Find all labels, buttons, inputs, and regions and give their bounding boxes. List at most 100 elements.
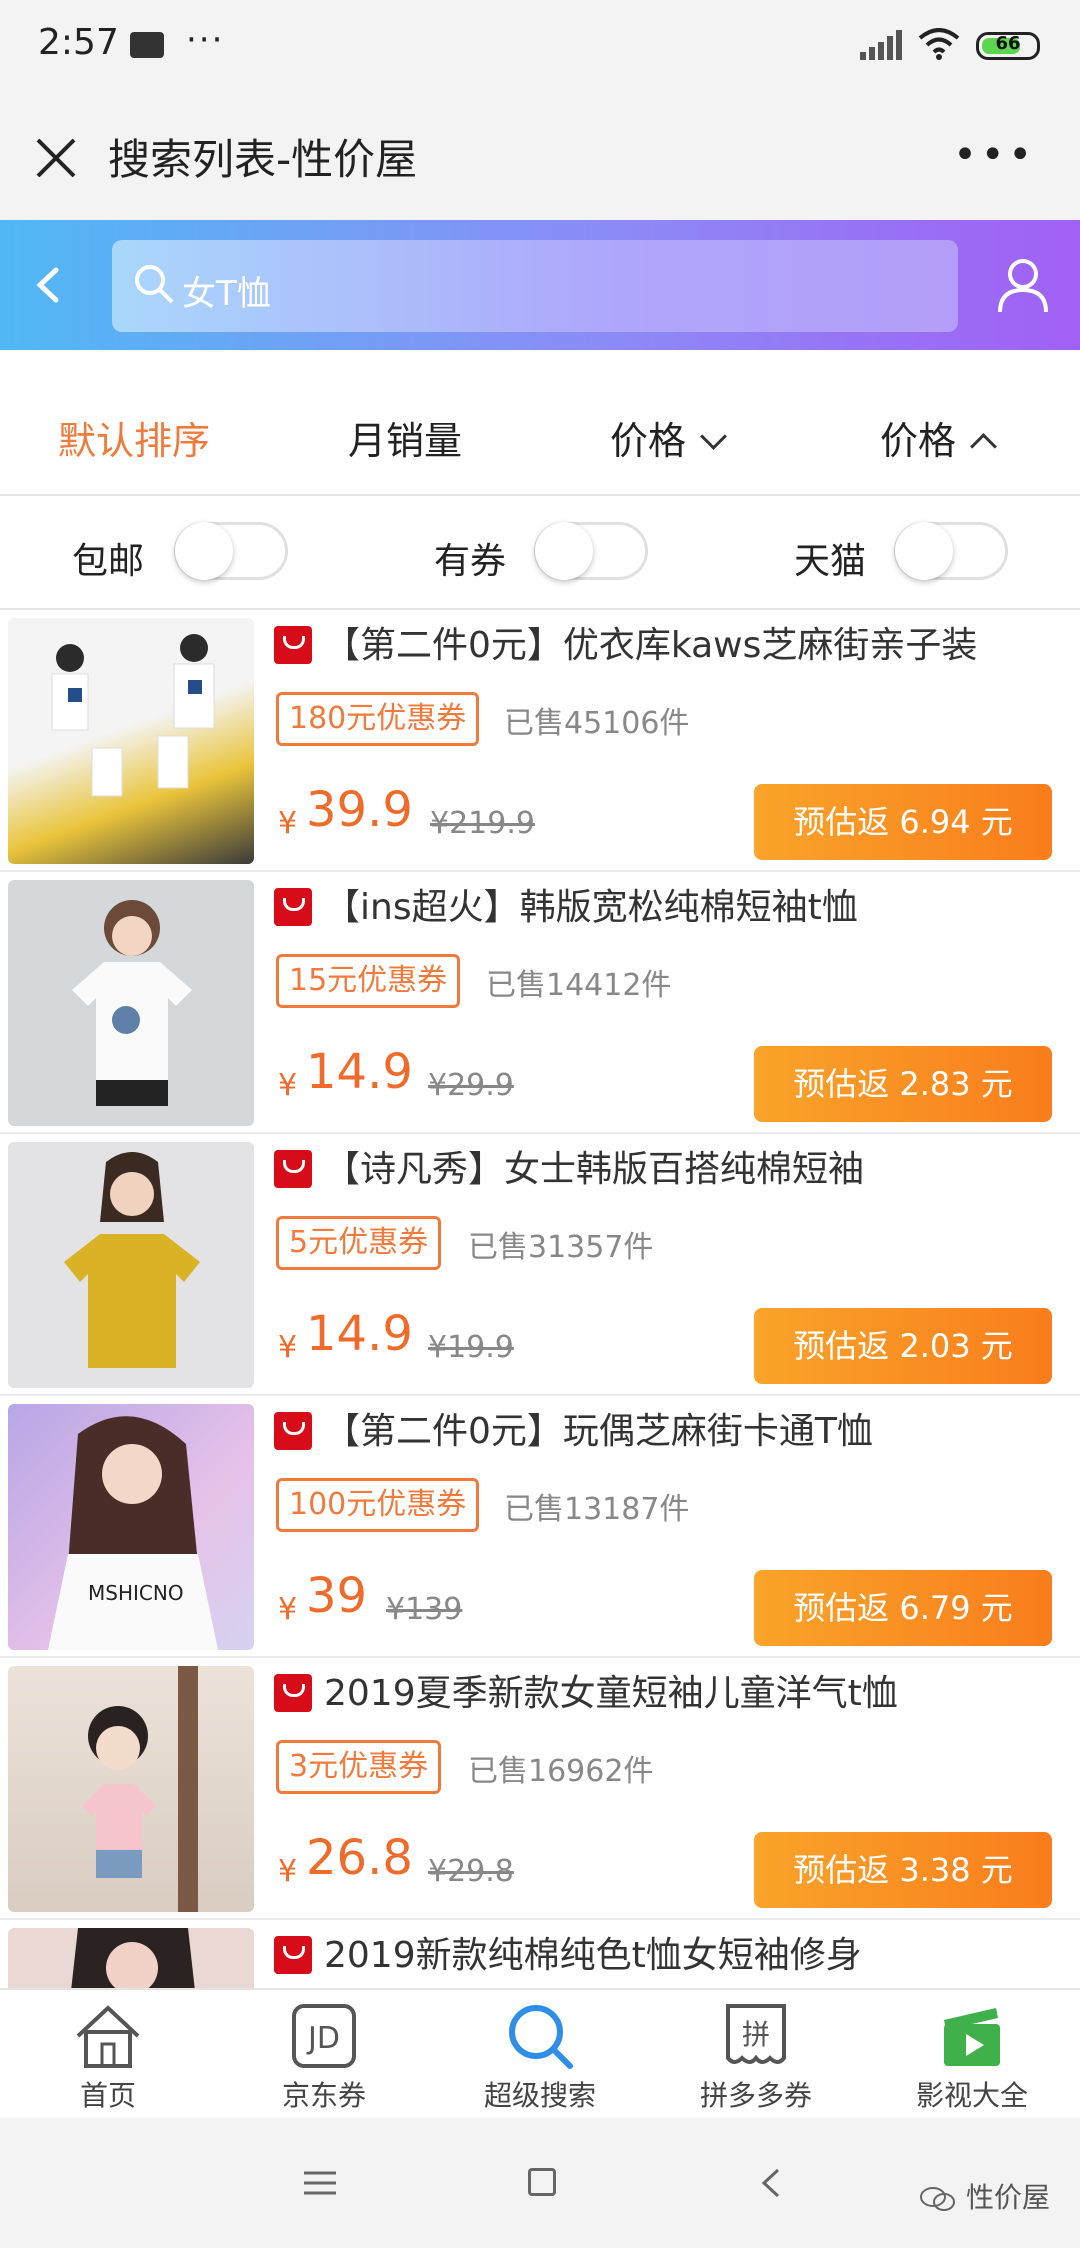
wechat-icon [919, 2187, 955, 2211]
product-title: 【第二件0元】玩偶芝麻街卡通T恤 [324, 1411, 873, 1452]
rebate-button[interactable]: 预估返 6.94 元 [754, 784, 1052, 860]
filter-tmall-label: 天猫 [794, 541, 867, 582]
tmall-icon [274, 1412, 312, 1450]
currency-symbol: ¥ [278, 1592, 298, 1627]
system-nav-bar: 性价屋 [0, 2118, 1080, 2248]
search-icon [135, 265, 174, 304]
home-button-icon[interactable] [528, 2168, 556, 2196]
product-list: 【第二件0元】优衣库kaws芝麻街亲子装 180元优惠券 已售45106件 ¥ … [0, 610, 1080, 1988]
original-price: ¥139 [386, 1592, 463, 1627]
battery-level: 66 [995, 33, 1021, 54]
rebate-button[interactable]: 预估返 6.79 元 [754, 1570, 1052, 1646]
bottom-nav: 首页 JD 京东券 超级搜索 拼 拼多多券 影视大全 [0, 1988, 1080, 2118]
coupon-badge: 15元优惠券 [276, 954, 461, 1008]
more-menu-icon[interactable]: ••• [953, 132, 1036, 178]
product-image[interactable]: MSHICNO [8, 1404, 254, 1650]
tmall-icon [274, 626, 312, 664]
battery-icon: 66 [976, 32, 1040, 60]
status-time: 2:57 [38, 22, 119, 63]
coupon-badge: 5元优惠券 [276, 1216, 442, 1270]
coupon-badge: 180元优惠券 [276, 692, 480, 746]
product-item[interactable]: 2019新款纯棉纯色t恤女短袖修身 [0, 1920, 1080, 1988]
sort-price-asc-label: 价格 [880, 419, 957, 463]
message-icon [130, 32, 164, 58]
filter-coupon-toggle[interactable] [534, 522, 648, 580]
price: 39.9 [306, 782, 413, 838]
product-title: 【ins超火】韩版宽松纯棉短袖t恤 [324, 887, 858, 928]
product-title: 2019新款纯棉纯色t恤女短袖修身 [324, 1935, 862, 1976]
chevron-down-icon [700, 423, 727, 450]
chevron-up-icon [970, 433, 997, 460]
jd-icon: JD [292, 2004, 356, 2068]
filter-coupon-label: 有券 [434, 541, 507, 582]
tmall-icon [274, 888, 312, 926]
signal-icon [860, 30, 902, 60]
rebate-button[interactable]: 预估返 2.83 元 [754, 1046, 1052, 1122]
product-item[interactable]: 【第二件0元】优衣库kaws芝麻街亲子装 180元优惠券 已售45106件 ¥ … [0, 610, 1080, 872]
original-price: ¥19.9 [428, 1330, 514, 1365]
sold-count: 已售14412件 [486, 968, 672, 1003]
watermark: 性价屋 [919, 2176, 1050, 2216]
filter-tmall-toggle[interactable] [894, 522, 1008, 580]
wifi-icon [918, 28, 960, 60]
product-title: 2019夏季新款女童短袖儿童洋气t恤 [324, 1673, 898, 1714]
product-item[interactable]: MSHICNO 【第二件0元】玩偶芝麻街卡通T恤 100元优惠券 已售13187… [0, 1396, 1080, 1658]
sort-bar: 默认排序 月销量 价格 价格 [0, 350, 1080, 496]
pinduoduo-icon: 拼 [726, 2004, 786, 2064]
nav-home[interactable]: 首页 [0, 1990, 216, 2120]
nav-home-label: 首页 [79, 2079, 136, 2112]
nav-jd-coupon[interactable]: JD 京东券 [216, 1990, 432, 2120]
tmall-icon [274, 1936, 312, 1974]
page-title: 搜索列表-性价屋 [108, 135, 418, 184]
svg-text:MSHICNO: MSHICNO [88, 1581, 184, 1605]
home-icon [76, 2005, 140, 2068]
price: 14.9 [306, 1306, 413, 1362]
search-input[interactable]: 女T恤 [112, 240, 958, 332]
search-header: 女T恤 [0, 220, 1080, 350]
menu-icon[interactable] [304, 2170, 336, 2196]
product-title: 【诗凡秀】女士韩版百搭纯棉短袖 [324, 1149, 865, 1190]
product-image[interactable] [8, 1142, 254, 1388]
watermark-text: 性价屋 [965, 2181, 1050, 2214]
sort-price-desc[interactable]: 价格 [610, 410, 727, 465]
currency-symbol: ¥ [278, 1854, 298, 1889]
nav-movies-label: 影视大全 [915, 2079, 1028, 2112]
product-image[interactable] [8, 1928, 254, 1988]
sold-count: 已售13187件 [504, 1492, 690, 1527]
nav-pinduoduo-coupon[interactable]: 拼 拼多多券 [648, 1990, 864, 2120]
filter-bar: 包邮 有券 天猫 [0, 496, 1080, 610]
price: 39 [306, 1568, 368, 1624]
original-price: ¥219.9 [430, 806, 535, 841]
rebate-button[interactable]: 预估返 2.03 元 [754, 1308, 1052, 1384]
product-item[interactable]: 【ins超火】韩版宽松纯棉短袖t恤 15元优惠券 已售14412件 ¥ 14.9… [0, 872, 1080, 1134]
status-bar: 2:57 ··· 66 [0, 0, 1080, 96]
rebate-button[interactable]: 预估返 3.38 元 [754, 1832, 1052, 1908]
search-query: 女T恤 [182, 274, 271, 314]
sort-default[interactable]: 默认排序 [58, 410, 210, 465]
back-nav-icon[interactable] [760, 2168, 782, 2198]
price: 26.8 [306, 1830, 413, 1886]
close-icon[interactable] [34, 136, 78, 180]
product-title: 【第二件0元】优衣库kaws芝麻街亲子装 [324, 625, 978, 666]
product-image[interactable] [8, 1666, 254, 1912]
currency-symbol: ¥ [278, 1330, 298, 1365]
sort-monthly-sales[interactable]: 月销量 [348, 410, 462, 465]
svg-text:拼: 拼 [742, 2018, 770, 2051]
coupon-badge: 3元优惠券 [276, 1740, 442, 1794]
product-image[interactable] [8, 880, 254, 1126]
sort-price-asc[interactable]: 价格 [880, 410, 997, 465]
search-icon [509, 2005, 573, 2069]
sort-price-desc-label: 价格 [610, 419, 687, 463]
nav-movies[interactable]: 影视大全 [864, 1990, 1080, 2120]
product-image[interactable] [8, 618, 254, 864]
user-icon[interactable] [996, 256, 1050, 314]
nav-super-search[interactable]: 超级搜索 [432, 1990, 648, 2120]
original-price: ¥29.8 [428, 1854, 514, 1889]
product-item[interactable]: 2019夏季新款女童短袖儿童洋气t恤 3元优惠券 已售16962件 ¥ 26.8… [0, 1658, 1080, 1920]
tmall-icon [274, 1674, 312, 1712]
price: 14.9 [306, 1044, 413, 1100]
more-notifications-icon: ··· [186, 20, 225, 60]
back-icon[interactable] [28, 260, 68, 310]
filter-free-shipping-toggle[interactable] [174, 522, 288, 580]
product-item[interactable]: 【诗凡秀】女士韩版百搭纯棉短袖 5元优惠券 已售31357件 ¥ 14.9 ¥1… [0, 1134, 1080, 1396]
